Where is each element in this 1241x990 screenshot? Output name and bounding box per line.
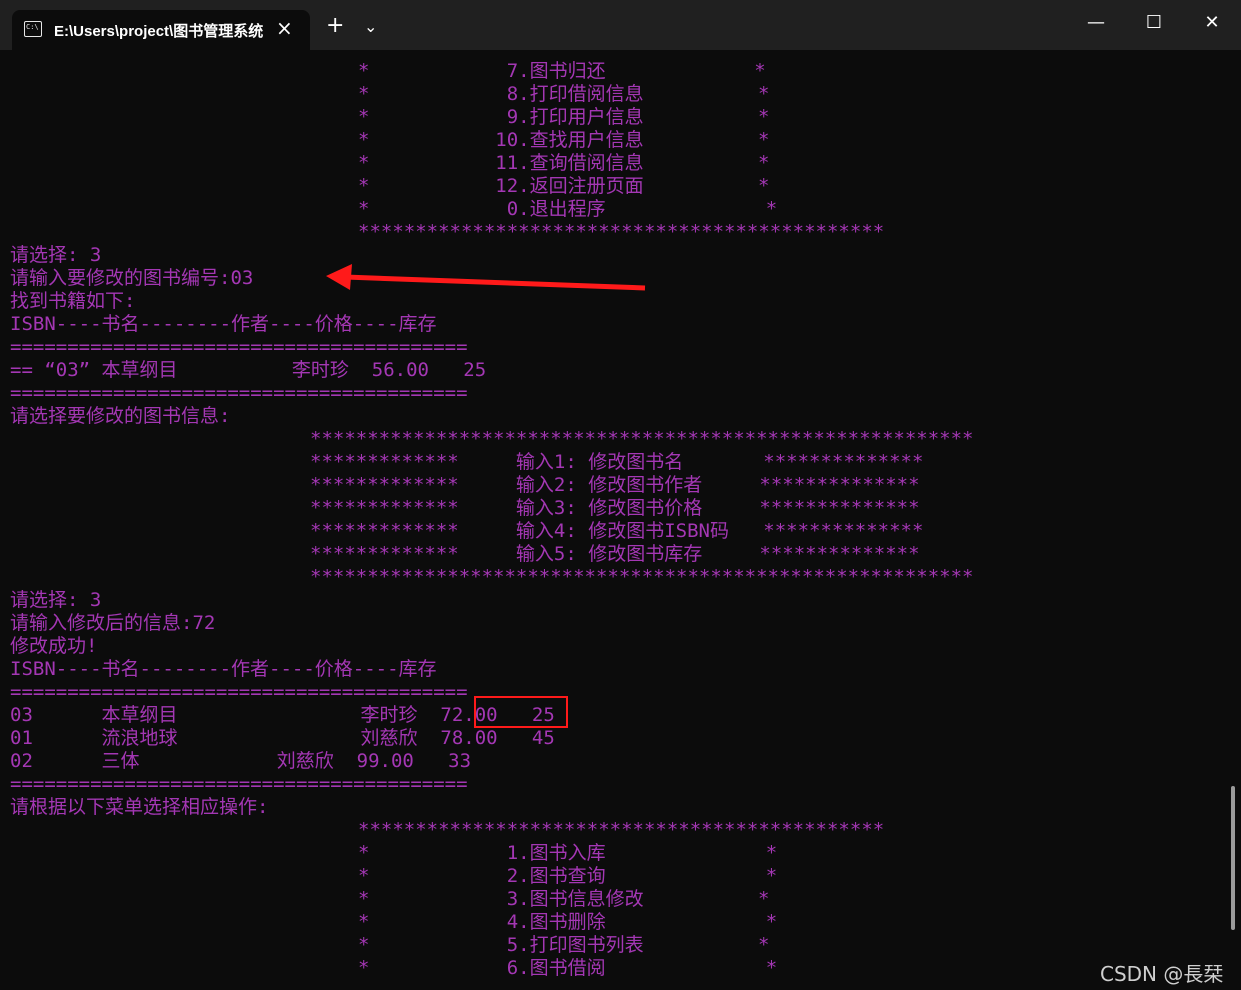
annotation-arrow xyxy=(326,264,646,291)
annotation-highlight-box xyxy=(474,696,568,728)
scrollbar[interactable] xyxy=(1231,786,1235,930)
watermark: CSDN @長栞 xyxy=(1100,962,1224,986)
